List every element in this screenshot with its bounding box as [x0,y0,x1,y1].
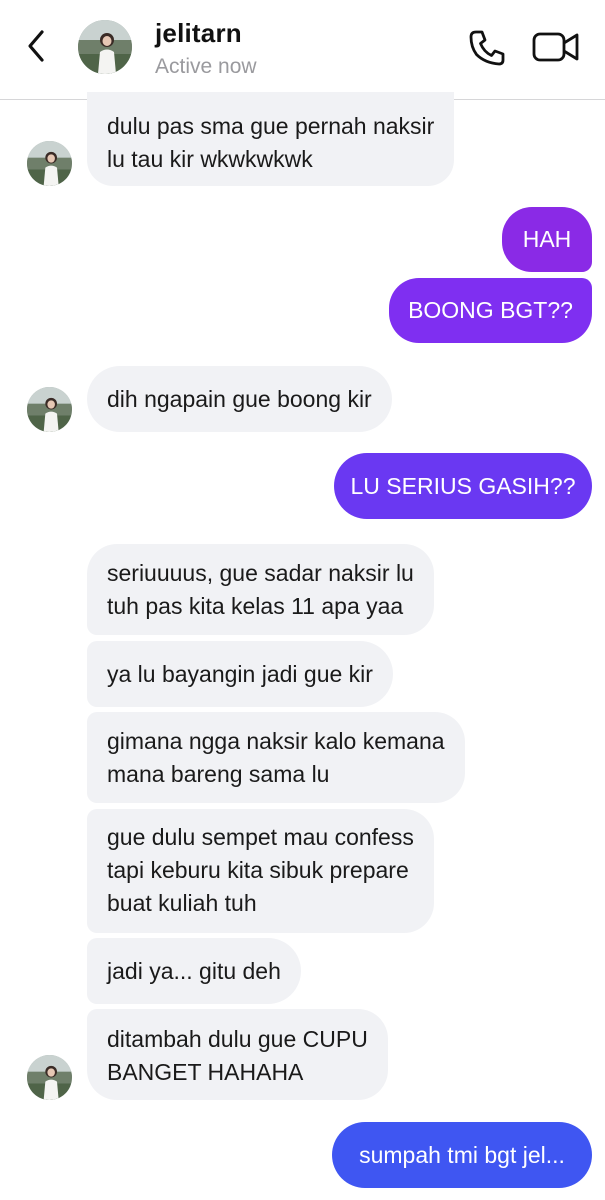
message-line: gimana ngga naksir kalo kemana [107,728,445,754]
message-line: dih ngapain gue boong kir [107,386,372,412]
incoming-message[interactable]: ditambah dulu gue CUPU BANGET HAHAHA [87,1009,388,1100]
message-line: ya lu bayangin jadi gue kir [107,661,373,687]
message-line: BANGET HAHAHA [107,1059,304,1085]
incoming-message[interactable]: gue dulu sempet mau confess tapi keburu … [87,809,434,933]
video-camera-icon[interactable] [532,30,580,64]
outgoing-message[interactable]: sumpah tmi bgt jel... [332,1122,592,1188]
message-line: lu tau kir wkwkwkwk [107,146,313,172]
message-line: dulu pas sma gue pernah naksir [107,113,435,139]
incoming-message[interactable]: seriuuuus, gue sadar naksir lu tuh pas k… [87,544,434,635]
sender-avatar[interactable] [27,141,72,186]
sender-avatar[interactable] [27,1055,72,1100]
back-chevron-icon[interactable] [22,28,52,64]
message-line: LU SERIUS GASIH?? [350,473,576,499]
message-line: ditambah dulu gue CUPU [107,1026,368,1052]
incoming-message[interactable]: dih ngapain gue boong kir [87,366,392,432]
message-line: sumpah tmi bgt jel... [359,1142,565,1168]
message-line: BOONG BGT?? [408,297,573,323]
incoming-message[interactable]: ya lu bayangin jadi gue kir [87,641,393,707]
message-line: tapi keburu kita sibuk prepare [107,857,409,883]
active-status: Active now [155,55,257,78]
outgoing-message[interactable]: LU SERIUS GASIH?? [334,453,592,519]
incoming-message[interactable]: gimana ngga naksir kalo kemana mana bare… [87,712,465,803]
message-line: jadi ya... gitu deh [107,958,281,984]
message-line: HAH [522,226,572,252]
contact-name: jelitarn [155,18,242,48]
outgoing-message[interactable]: HAH [502,207,592,272]
message-line: gue dulu sempet mau confess [107,824,414,850]
sender-avatar[interactable] [27,387,72,432]
outgoing-message[interactable]: BOONG BGT?? [389,278,592,343]
message-line: buat kuliah tuh [107,890,257,916]
message-line: tuh pas kita kelas 11 apa yaa [107,593,404,619]
chat-header: jelitarn Active now [0,0,605,100]
incoming-message[interactable]: dulu pas sma gue pernah naksir lu tau ki… [87,92,455,186]
message-line: mana bareng sama lu [107,761,330,787]
contact-avatar[interactable] [78,20,132,74]
incoming-message[interactable]: jadi ya... gitu deh [87,938,301,1004]
phone-icon[interactable] [467,28,507,68]
message-line: seriuuuus, gue sadar naksir lu [107,560,414,586]
